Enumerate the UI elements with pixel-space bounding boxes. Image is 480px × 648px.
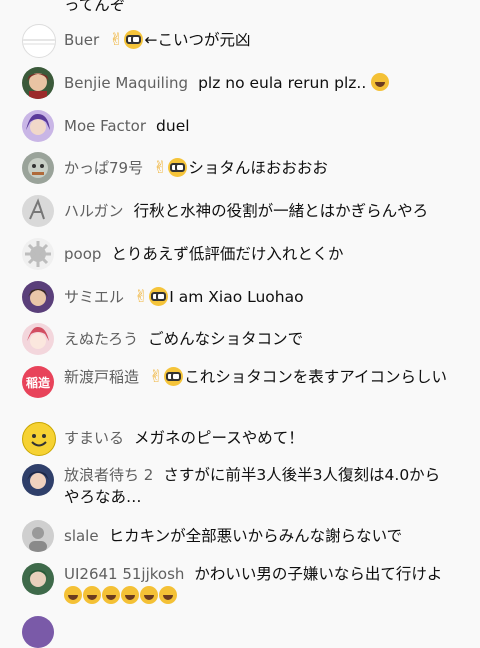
avatar-stripes-icon	[23, 39, 55, 45]
laughing-emoji-icon	[371, 73, 390, 91]
avatar-photo-icon	[29, 527, 47, 552]
live-chat-list: ってんぞ Buer ✌ ←こいつが元凶 Benjie Maquiling plz no…	[0, 0, 480, 648]
avatar-character-icon	[27, 326, 49, 349]
avatar[interactable]	[22, 24, 56, 58]
author-name[interactable]: 放浪者待ち 2	[64, 466, 153, 484]
author-name[interactable]: ハルガン	[64, 202, 124, 220]
nerd-glasses-emoji-icon	[164, 367, 184, 386]
rofl-emoji-row	[64, 586, 178, 605]
author-name[interactable]: Buer	[64, 31, 99, 49]
nerd-glasses-emoji-icon	[124, 30, 144, 49]
avatar-character-icon	[28, 570, 48, 587]
avatar[interactable]	[22, 238, 54, 270]
avatar[interactable]	[22, 422, 56, 456]
avatar[interactable]	[22, 110, 54, 142]
message-text: これショタコンを表すアイコンらしい	[184, 368, 447, 386]
avatar-character-icon	[28, 158, 48, 178]
avatar-gear-icon	[25, 241, 51, 267]
author-name[interactable]: Moe Factor	[64, 117, 146, 135]
rofl-emoji-icon	[83, 586, 101, 604]
avatar[interactable]: 稲造	[22, 366, 54, 398]
message-text: メガネのピースやめて！	[134, 429, 304, 447]
chat-message-partial: ってんぞ	[0, 0, 480, 14]
avatar[interactable]	[22, 323, 54, 355]
message-text: ヒカキンが全部悪いからみんな謝らないで	[108, 527, 403, 545]
avatar-sketch-icon	[29, 198, 45, 220]
author-name[interactable]: UI2641 51jjkosh	[64, 565, 184, 583]
avatar-character-icon	[27, 471, 49, 489]
author-name[interactable]: Benjie Maquiling	[64, 74, 188, 92]
smiley-face-icon	[31, 434, 47, 447]
message-text: ってんぞ	[64, 0, 126, 14]
avatar[interactable]	[22, 616, 54, 648]
author-name[interactable]: かっぱ79号	[64, 159, 143, 177]
rofl-emoji-icon	[159, 586, 177, 604]
avatar-initials: 稲造	[25, 375, 50, 390]
nerd-glasses-emoji-icon	[168, 158, 188, 177]
author-name[interactable]: サミエル	[64, 288, 124, 306]
author-name[interactable]: slale	[64, 527, 99, 545]
rofl-emoji-icon	[64, 586, 82, 604]
avatar-character-icon	[27, 73, 49, 99]
author-name[interactable]: えぬたろう	[64, 330, 138, 348]
avatar[interactable]	[22, 281, 54, 313]
avatar-character-icon	[26, 113, 50, 135]
author-name[interactable]: すまいる	[64, 429, 124, 447]
message-text: かわいい男の子嫌いなら出て行けよ	[194, 565, 443, 583]
nerd-glasses-emoji-icon	[149, 287, 169, 306]
message-text: 行秋と水神の役割が一緒とはかぎらんやろ	[133, 202, 429, 220]
avatar[interactable]	[22, 67, 54, 99]
message-text: ←こいつが元凶	[144, 31, 251, 49]
message-text: duel	[156, 117, 190, 135]
peace-emoji-icon: ✌	[134, 287, 149, 307]
message-text: とりあえず低評価だけ入れとくか	[111, 245, 344, 263]
peace-emoji-icon: ✌	[109, 30, 124, 50]
rofl-emoji-icon	[121, 586, 139, 604]
peace-emoji-icon: ✌	[149, 367, 164, 387]
rofl-emoji-icon	[140, 586, 158, 604]
peace-emoji-icon: ✌	[153, 158, 168, 178]
author-name[interactable]: poop	[64, 245, 101, 263]
rofl-emoji-icon	[102, 586, 120, 604]
avatar[interactable]	[22, 563, 54, 595]
author-name[interactable]: 新渡戸稲造	[64, 368, 139, 386]
avatar[interactable]	[22, 520, 54, 552]
avatar[interactable]	[22, 152, 54, 184]
avatar-character-icon	[28, 289, 48, 306]
message-text: I am Xiao Luohao	[169, 288, 304, 306]
avatar[interactable]	[22, 195, 54, 227]
avatar[interactable]	[22, 464, 54, 496]
message-text: ごめんなショタコンで	[148, 330, 304, 348]
message-text: plz no eula rerun plz..	[198, 74, 367, 92]
message-text: ショタんほおおおお	[188, 159, 328, 177]
